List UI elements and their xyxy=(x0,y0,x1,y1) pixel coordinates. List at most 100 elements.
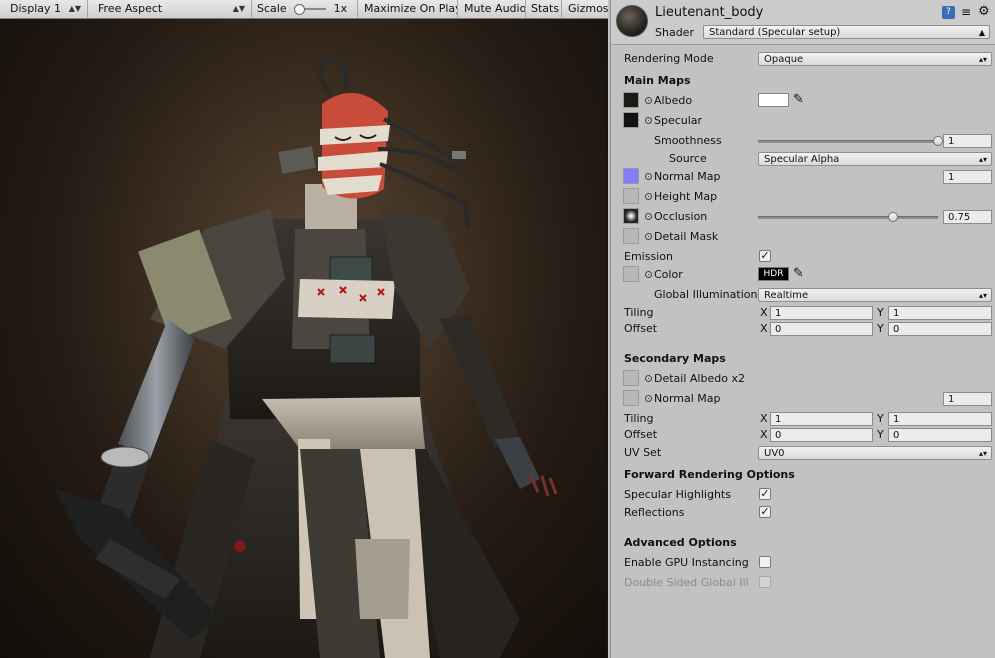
maximize-on-play-toggle[interactable]: Maximize On Play xyxy=(358,0,458,18)
secondary-offset-x-field[interactable]: 0 xyxy=(770,428,873,442)
albedo-texture-slot[interactable] xyxy=(623,92,639,108)
maximize-label: Maximize On Play xyxy=(364,2,458,15)
secondary-normal-field[interactable]: 1 xyxy=(943,392,992,406)
dropdown-arrows-icon: ▲▼ xyxy=(68,4,81,13)
emission-texture-slot[interactable] xyxy=(623,266,639,282)
emission-label: Emission xyxy=(624,250,673,263)
tiling-y-field[interactable]: 1 xyxy=(888,306,992,320)
secondary-tiling-x-field[interactable]: 1 xyxy=(770,412,873,426)
reflections-checkbox[interactable]: ✓ xyxy=(759,506,771,518)
stats-label: Stats xyxy=(531,2,560,15)
source-value: Specular Alpha xyxy=(764,154,840,165)
gpu-instancing-label: Enable GPU Instancing xyxy=(624,556,749,569)
detail-albedo-texture-slot[interactable] xyxy=(623,370,639,386)
offset-x-label: X xyxy=(760,322,768,335)
normal-map-texture-slot[interactable] xyxy=(623,168,639,184)
shader-dropdown[interactable]: Standard (Specular setup) ▲ xyxy=(703,25,990,39)
occlusion-picker-icon[interactable] xyxy=(645,213,652,220)
inspector-panel: Lieutenant_body Shader Standard (Specula… xyxy=(610,0,995,658)
display-label: Display 1 xyxy=(10,2,62,15)
advanced-options-header: Advanced Options xyxy=(624,536,737,549)
albedo-picker-icon[interactable] xyxy=(645,97,652,104)
emission-checkbox[interactable]: ✓ xyxy=(759,250,771,262)
dropdown-arrows-icon: ▴▾ xyxy=(978,449,987,458)
scale-slider-thumb[interactable] xyxy=(294,4,306,15)
detail-albedo-picker-icon[interactable] xyxy=(645,375,652,382)
occlusion-field[interactable]: 0.75 xyxy=(943,210,992,224)
material-name: Lieutenant_body xyxy=(655,5,764,20)
uv-set-value: UV0 xyxy=(764,448,785,459)
reflections-label: Reflections xyxy=(624,506,685,519)
tiling-y-label: Y xyxy=(877,306,884,319)
specular-highlights-checkbox[interactable]: ✓ xyxy=(759,488,771,500)
secondary-tiling-y-label: Y xyxy=(877,412,884,425)
specular-picker-icon[interactable] xyxy=(645,117,652,124)
main-maps-header: Main Maps xyxy=(624,74,691,87)
offset-x-field[interactable]: 0 xyxy=(770,322,873,336)
height-map-picker-icon[interactable] xyxy=(645,193,652,200)
global-illumination-dropdown[interactable]: Realtime ▴▾ xyxy=(758,288,992,302)
double-sided-gi-label: Double Sided Global Ill xyxy=(624,576,749,589)
scale-label: Scale xyxy=(257,2,287,15)
smoothness-field[interactable]: 1 xyxy=(943,134,992,148)
height-map-texture-slot[interactable] xyxy=(623,188,639,204)
scale-value: 1x xyxy=(333,2,348,15)
secondary-normal-picker-icon[interactable] xyxy=(645,395,652,402)
uv-set-dropdown[interactable]: UV0 ▴▾ xyxy=(758,446,992,460)
secondary-tiling-y-field[interactable]: 1 xyxy=(888,412,992,426)
gear-icon[interactable]: ⚙ xyxy=(978,5,991,18)
eyedropper-icon[interactable]: ✎ xyxy=(793,266,804,281)
game-view: Display 1 ▲▼ Free Aspect ▲▼ Scale 1x Max… xyxy=(0,0,608,658)
display-dropdown[interactable]: Display 1 ▲▼ xyxy=(0,0,88,18)
secondary-offset-y-field[interactable]: 0 xyxy=(888,428,992,442)
occlusion-slider-thumb[interactable] xyxy=(888,212,898,222)
rendering-mode-dropdown[interactable]: Opaque ▴▾ xyxy=(758,52,992,66)
gizmos-dropdown[interactable]: Gizmos xyxy=(562,0,608,18)
material-preview-icon xyxy=(616,5,648,37)
eyedropper-icon[interactable]: ✎ xyxy=(793,92,804,107)
specular-label: Specular xyxy=(654,114,703,127)
stats-toggle[interactable]: Stats xyxy=(526,0,562,18)
help-icon[interactable]: ? xyxy=(942,6,955,19)
specular-texture-slot[interactable] xyxy=(623,112,639,128)
detail-mask-label: Detail Mask xyxy=(654,230,719,243)
detail-mask-texture-slot[interactable] xyxy=(623,228,639,244)
emission-color-label: Color xyxy=(654,268,683,281)
dropdown-arrows-icon: ▲▼ xyxy=(232,4,245,13)
rendering-mode-label: Rendering Mode xyxy=(624,52,714,65)
source-dropdown[interactable]: Specular Alpha ▴▾ xyxy=(758,152,992,166)
preset-icon[interactable]: ≡ xyxy=(961,6,974,19)
albedo-color-swatch[interactable] xyxy=(758,93,789,107)
smoothness-slider-thumb[interactable] xyxy=(933,136,943,146)
source-label: Source xyxy=(669,152,707,165)
normal-scale-field[interactable]: 1 xyxy=(943,170,992,184)
material-header: Lieutenant_body Shader Standard (Specula… xyxy=(611,0,995,45)
secondary-offset-y-label: Y xyxy=(877,428,884,441)
offset-label: Offset xyxy=(624,322,658,335)
specular-highlights-label: Specular Highlights xyxy=(624,488,731,501)
occlusion-slider[interactable] xyxy=(758,216,938,219)
secondary-normal-texture-slot[interactable] xyxy=(623,390,639,406)
smoothness-slider[interactable] xyxy=(758,140,938,143)
rendering-mode-value: Opaque xyxy=(764,54,804,65)
smoothness-label: Smoothness xyxy=(654,134,722,147)
scale-control: Scale 1x xyxy=(252,0,358,18)
tiling-x-field[interactable]: 1 xyxy=(770,306,873,320)
offset-y-field[interactable]: 0 xyxy=(888,322,992,336)
aspect-dropdown[interactable]: Free Aspect ▲▼ xyxy=(88,0,252,18)
emission-color-swatch[interactable]: HDR xyxy=(758,267,789,281)
normal-map-picker-icon[interactable] xyxy=(645,173,652,180)
emission-picker-icon[interactable] xyxy=(645,271,652,278)
secondary-tiling-label: Tiling xyxy=(624,412,654,425)
detail-mask-picker-icon[interactable] xyxy=(645,233,652,240)
occlusion-label: Occlusion xyxy=(654,210,708,223)
mute-label: Mute Audio xyxy=(464,2,526,15)
mute-audio-toggle[interactable]: Mute Audio xyxy=(458,0,526,18)
occlusion-texture-slot[interactable] xyxy=(623,208,639,224)
albedo-label: Albedo xyxy=(654,94,693,107)
secondary-offset-label: Offset xyxy=(624,428,658,441)
double-sided-gi-checkbox xyxy=(759,576,771,588)
scale-slider[interactable] xyxy=(294,4,327,15)
gpu-instancing-checkbox[interactable] xyxy=(759,556,771,568)
gi-value: Realtime xyxy=(764,290,809,301)
